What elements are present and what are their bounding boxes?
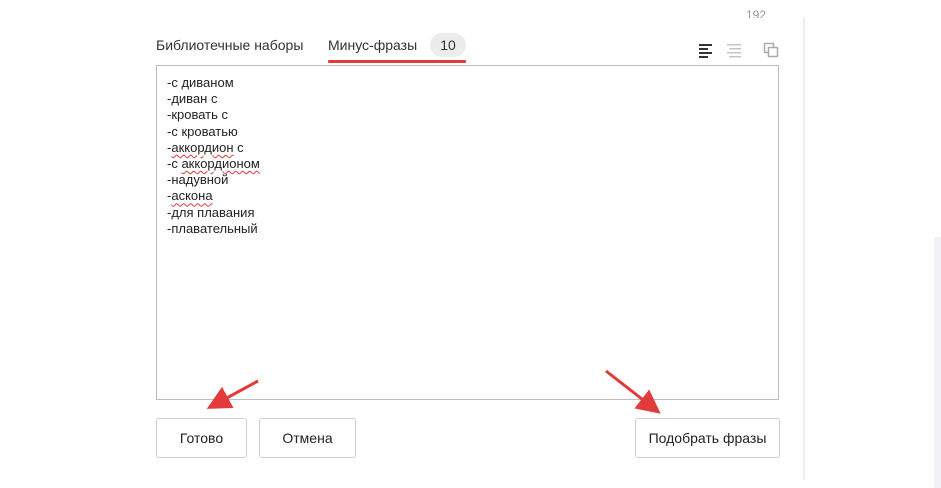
scroll-strip xyxy=(934,237,941,488)
phrase-line: -с диваном xyxy=(167,75,234,90)
phrase-line: -кровать с xyxy=(167,107,229,123)
spellcheck-word: аккордионом xyxy=(181,155,260,171)
phrase-line: -плавательный xyxy=(167,220,258,236)
phrase-line: -для плавания xyxy=(167,204,255,220)
list-icon[interactable] xyxy=(726,42,742,58)
done-button[interactable]: Готово xyxy=(156,418,247,458)
negative-phrases-count-badge: 10 xyxy=(430,33,466,57)
align-left-icon[interactable] xyxy=(698,42,714,58)
phrase-line: -диван с xyxy=(167,91,218,107)
pick-phrases-button[interactable]: Подобрать фразы xyxy=(635,418,780,458)
phrase-line: -с аккордионом xyxy=(167,155,260,171)
cancel-button[interactable]: Отмена xyxy=(259,418,356,458)
tab-library-sets[interactable]: Библиотечные наборы xyxy=(156,36,303,54)
negative-phrases-textarea[interactable]: -с диваном -диван с -кровать с -с кроватью -… xyxy=(156,65,779,400)
negative-phrases-text: -с диваном -диван с -кровать с -с кроватью -… xyxy=(167,75,260,237)
phrase-line: -с кроватью xyxy=(167,123,238,139)
tab-negative-phrases[interactable]: Минус-фразы xyxy=(328,36,417,54)
spellcheck-word: аскона xyxy=(171,188,213,204)
panel-divider xyxy=(803,18,805,480)
copy-icon[interactable] xyxy=(763,42,779,58)
header-count: 192 xyxy=(746,8,767,18)
active-tab-underline xyxy=(328,60,466,63)
phrase-line: -надувной xyxy=(167,172,229,188)
phrase-line: -аскона xyxy=(167,188,213,204)
spellcheck-word: аккордион xyxy=(171,139,234,155)
phrase-line: -аккордион с xyxy=(167,139,244,155)
